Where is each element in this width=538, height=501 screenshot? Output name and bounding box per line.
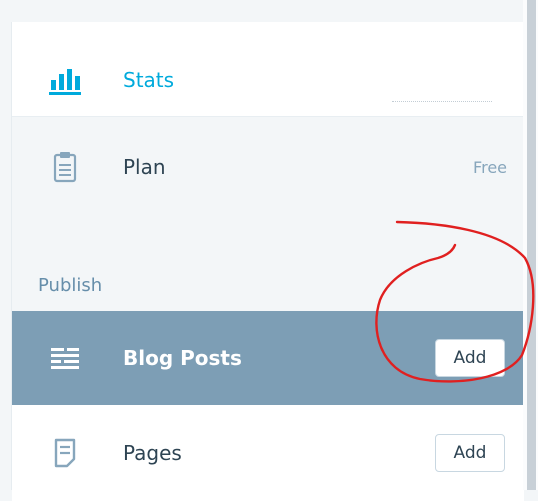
scrollbar-thumb[interactable]	[527, 0, 536, 490]
sidebar-item-label: Blog Posts	[123, 346, 242, 370]
sidebar-item-label: Stats	[123, 68, 175, 92]
sidebar-item-blog-posts[interactable]: Blog Posts Add	[12, 311, 524, 405]
plan-badge: Free	[473, 157, 507, 177]
bar-chart-icon	[48, 63, 82, 97]
section-header-label: Publish	[38, 275, 103, 296]
sidebar-item-label: Pages	[123, 441, 182, 465]
page-icon	[48, 436, 82, 470]
clipboard-icon	[48, 150, 82, 184]
add-page-button[interactable]: Add	[435, 434, 505, 472]
section-header-publish: Publish	[12, 217, 524, 311]
top-strip	[0, 0, 523, 22]
add-blog-post-button[interactable]: Add	[435, 339, 505, 377]
sidebar: Stats Plan Free Publish Blog Posts Add P…	[11, 22, 524, 501]
scrollbar[interactable]	[523, 0, 538, 490]
lines-list-icon	[48, 341, 82, 375]
sidebar-item-pages[interactable]: Pages Add	[12, 405, 524, 501]
sidebar-item-plan[interactable]: Plan Free	[12, 117, 524, 217]
stats-sparkline-placeholder	[392, 101, 492, 102]
sidebar-item-stats[interactable]: Stats	[12, 44, 524, 117]
sidebar-item-label: Plan	[123, 155, 166, 179]
